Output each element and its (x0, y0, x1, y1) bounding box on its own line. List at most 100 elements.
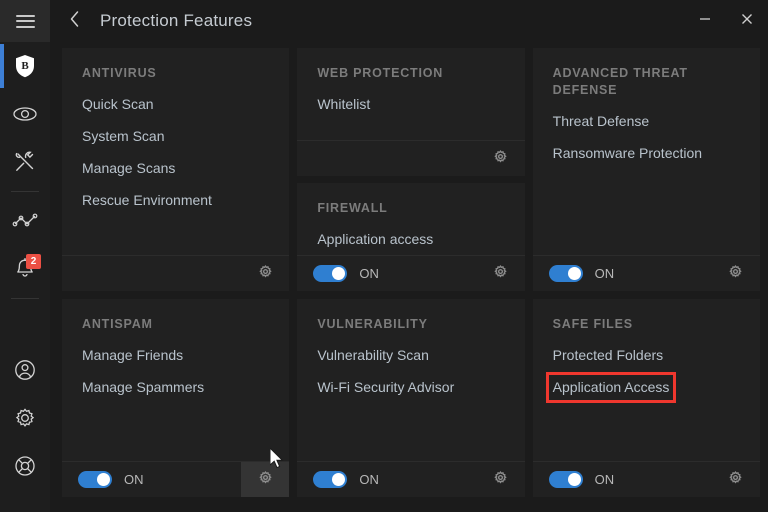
minimize-icon (698, 12, 712, 31)
toggle-knob (97, 473, 110, 486)
sidebar-nav-group-secondary (0, 346, 50, 490)
link-rescue-environment[interactable]: Rescue Environment (82, 192, 212, 209)
page-title: Protection Features (100, 11, 684, 31)
settings-button-firewall[interactable] (477, 256, 525, 292)
title-bar: Protection Features (50, 0, 768, 42)
gear-icon (258, 264, 273, 284)
menu-button[interactable] (0, 0, 50, 42)
card-advanced-threat-defense-title: ADVANCED THREAT DEFENSE (553, 65, 740, 99)
support-icon (13, 454, 37, 478)
toggle-label-firewall: ON (359, 266, 379, 281)
gear-icon (493, 149, 508, 169)
gear-icon (728, 264, 743, 284)
link-quick-scan[interactable]: Quick Scan (82, 96, 154, 113)
card-advanced-threat-defense-footer: ON (533, 255, 760, 291)
eye-icon (12, 105, 38, 123)
toggle-safe-files[interactable] (549, 471, 583, 488)
sidebar-item-settings[interactable] (0, 394, 50, 442)
activity-chart-icon (12, 213, 38, 229)
settings-button-safe-files[interactable] (712, 462, 760, 498)
link-threat-defense[interactable]: Threat Defense (553, 113, 650, 130)
link-manage-scans[interactable]: Manage Scans (82, 160, 175, 177)
sidebar-item-utilities[interactable] (0, 138, 50, 186)
card-firewall-footer: ON (297, 255, 524, 291)
toggle-knob (332, 473, 345, 486)
card-antispam-body: ANTISPAM Manage Friends Manage Spammers (62, 299, 289, 461)
svg-text:B: B (21, 60, 29, 72)
link-ransomware-protection[interactable]: Ransomware Protection (553, 145, 702, 162)
window-controls (684, 0, 768, 42)
sidebar-item-support[interactable] (0, 442, 50, 490)
card-safe-files-body: SAFE FILES Protected Folders Application… (533, 299, 760, 461)
card-safe-files-title: SAFE FILES (553, 316, 740, 333)
toggle-label-antispam: ON (124, 472, 144, 487)
toggle-advanced-threat-defense[interactable] (549, 265, 583, 282)
card-antivirus: ANTIVIRUS Quick Scan System Scan Manage … (62, 48, 289, 291)
sidebar-nav-group-primary: B (0, 42, 50, 304)
card-antispam-footer: ON (62, 461, 289, 497)
gear-icon (13, 406, 37, 430)
toggle-knob (332, 267, 345, 280)
card-antispam-title: ANTISPAM (82, 316, 269, 333)
close-button[interactable] (726, 0, 768, 42)
toggle-knob (568, 267, 581, 280)
card-antivirus-footer (62, 255, 289, 291)
card-vulnerability-title: VULNERABILITY (317, 316, 504, 333)
notification-badge: 2 (26, 254, 41, 269)
toggle-label-advanced-threat-defense: ON (595, 266, 615, 281)
card-antivirus-title: ANTIVIRUS (82, 65, 269, 82)
gear-icon (493, 470, 508, 490)
link-system-scan[interactable]: System Scan (82, 128, 164, 145)
settings-button-advanced-threat-defense[interactable] (712, 256, 760, 292)
toggle-vulnerability[interactable] (313, 471, 347, 488)
column-web-firewall: WEB PROTECTION Whitelist (297, 48, 524, 291)
hamburger-menu-icon (16, 15, 35, 28)
card-vulnerability-footer: ON (297, 461, 524, 497)
settings-button-antispam[interactable] (241, 462, 289, 498)
card-web-protection: WEB PROTECTION Whitelist (297, 48, 524, 176)
sidebar-item-privacy[interactable] (0, 90, 50, 138)
close-icon (740, 12, 754, 31)
toggle-knob (568, 473, 581, 486)
link-whitelist[interactable]: Whitelist (317, 96, 370, 113)
link-application-access-firewall[interactable]: Application access (317, 231, 433, 248)
toggle-label-vulnerability: ON (359, 472, 379, 487)
card-firewall-body: FIREWALL Application access (297, 183, 524, 255)
card-web-protection-body: WEB PROTECTION Whitelist (297, 48, 524, 140)
main-area: Protection Features (50, 0, 768, 512)
chevron-left-icon (69, 10, 81, 33)
card-web-protection-footer (297, 140, 524, 176)
toggle-antispam[interactable] (78, 471, 112, 488)
link-protected-folders[interactable]: Protected Folders (553, 347, 664, 364)
sidebar-divider-1 (11, 191, 39, 192)
settings-button-antivirus[interactable] (241, 256, 289, 292)
link-vulnerability-scan[interactable]: Vulnerability Scan (317, 347, 429, 364)
sidebar-item-protection[interactable]: B (0, 42, 50, 90)
link-manage-friends[interactable]: Manage Friends (82, 347, 183, 364)
minimize-button[interactable] (684, 0, 726, 42)
card-firewall-title: FIREWALL (317, 200, 504, 217)
account-icon (13, 358, 37, 382)
card-firewall: FIREWALL Application access ON (297, 183, 524, 291)
settings-button-web-protection[interactable] (477, 141, 525, 177)
back-button[interactable] (62, 8, 88, 34)
card-antispam: ANTISPAM Manage Friends Manage Spammers … (62, 299, 289, 497)
sidebar-item-account[interactable] (0, 346, 50, 394)
toggle-label-safe-files: ON (595, 472, 615, 487)
sidebar-item-notifications[interactable]: 2 (0, 245, 50, 293)
link-manage-spammers[interactable]: Manage Spammers (82, 379, 204, 396)
sidebar-item-activity[interactable] (0, 197, 50, 245)
card-antivirus-body: ANTIVIRUS Quick Scan System Scan Manage … (62, 48, 289, 255)
application-window: B (0, 0, 768, 512)
tools-icon (13, 150, 37, 174)
settings-button-vulnerability[interactable] (477, 462, 525, 498)
card-web-protection-title: WEB PROTECTION (317, 65, 504, 82)
card-vulnerability-body: VULNERABILITY Vulnerability Scan Wi-Fi S… (297, 299, 524, 461)
card-advanced-threat-defense: ADVANCED THREAT DEFENSE Threat Defense R… (533, 48, 760, 291)
shield-icon: B (13, 53, 37, 79)
sidebar-divider-2 (11, 298, 39, 299)
toggle-firewall[interactable] (313, 265, 347, 282)
link-application-access[interactable]: Application Access (553, 379, 670, 396)
card-vulnerability: VULNERABILITY Vulnerability Scan Wi-Fi S… (297, 299, 524, 497)
link-wifi-security-advisor[interactable]: Wi-Fi Security Advisor (317, 379, 454, 396)
